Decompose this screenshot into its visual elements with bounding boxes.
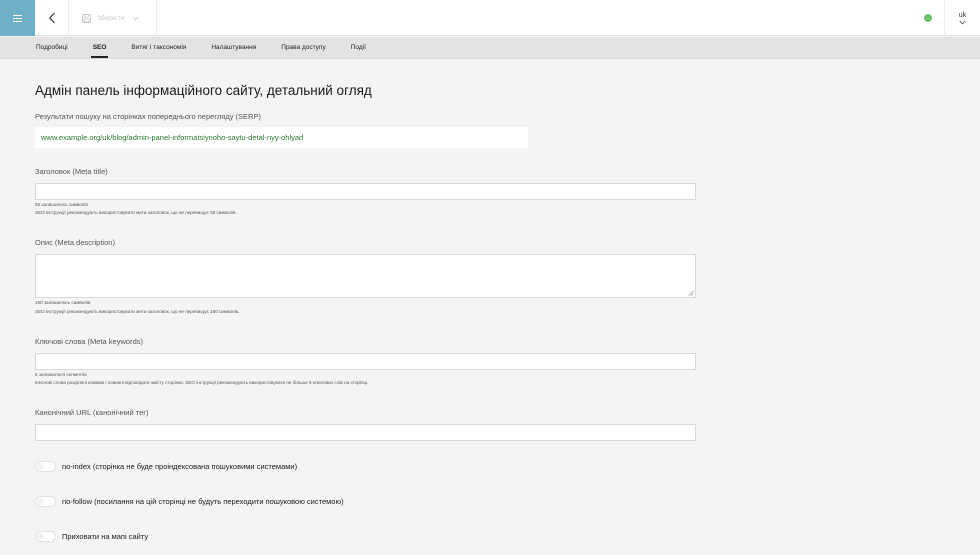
tab-bar: Подробиці SEO Витяг і таксономія Налашту…	[0, 37, 980, 59]
floppy-disk-icon	[82, 13, 91, 23]
language-code: uk	[958, 11, 967, 19]
language-selector[interactable]: uk	[944, 0, 980, 36]
tab-events[interactable]: Події	[351, 37, 366, 58]
page-title: Адмін панель інформаційного сайту, детал…	[35, 83, 372, 98]
canonical-url-input[interactable]	[35, 424, 696, 441]
noindex-toggle[interactable]	[35, 461, 56, 472]
tab-seo[interactable]: SEO	[90, 37, 109, 58]
tab-excerpt-taxonomy[interactable]: Витяг і таксономія	[131, 37, 186, 58]
meta-title-remaining: 55 залишилось символів	[35, 202, 88, 207]
tab-access-rights[interactable]: Права доступу	[281, 37, 325, 58]
serp-preview-url: www.example.org/uk/blog/admin-panel-info…	[35, 127, 528, 148]
meta-keywords-remaining: 5 залишилося сегментів	[35, 372, 87, 377]
meta-description-textarea[interactable]	[35, 254, 696, 298]
tab-details[interactable]: Подробиці	[36, 37, 68, 58]
back-button[interactable]	[35, 0, 69, 36]
meta-title-input[interactable]	[35, 183, 696, 200]
meta-keywords-label: Ключові слова (Meta keywords)	[35, 337, 143, 346]
meta-description-label: Опис (Meta description)	[35, 238, 115, 247]
nofollow-label: no-follow (посилання на цій сторінці не …	[62, 497, 344, 506]
noindex-toggle-row[interactable]: no-index (сторінка не буде проіндексован…	[35, 461, 297, 472]
save-button[interactable]: Зберегти	[69, 0, 157, 36]
meta-title-label: Заголовок (Meta title)	[35, 167, 108, 176]
noindex-label: no-index (сторінка не буде проіндексован…	[62, 462, 298, 471]
menu-button[interactable]	[0, 0, 35, 36]
meta-description-hint: SEO інструкції рекомендують використовув…	[35, 309, 240, 314]
meta-keywords-hint: Ключові слова розділені комами і повинні…	[35, 380, 369, 385]
top-bar: Зберегти uk	[0, 0, 980, 36]
nofollow-toggle-row[interactable]: no-follow (посилання на цій сторінці не …	[35, 496, 344, 507]
hamburger-icon	[13, 14, 22, 22]
hide-sitemap-toggle-row[interactable]: Приховати на мапі сайту	[35, 531, 148, 542]
canonical-url-label: Канонічний URL (канонічний тег)	[35, 408, 149, 417]
meta-keywords-input[interactable]	[35, 353, 696, 370]
serp-label: Результати пошуку на сторінках попереднь…	[35, 112, 261, 121]
hide-sitemap-label: Приховати на мапі сайту	[62, 532, 149, 541]
hide-sitemap-toggle[interactable]	[35, 531, 56, 542]
chevron-down-icon	[959, 20, 966, 24]
resize-handle-icon[interactable]	[688, 290, 694, 296]
save-button-label: Зберегти	[97, 14, 125, 22]
chevron-left-icon	[48, 12, 55, 24]
status-indicator	[924, 14, 932, 22]
meta-title-hint: SEO інструкції рекомендують використовув…	[35, 210, 237, 215]
nofollow-toggle[interactable]	[35, 496, 56, 507]
tab-settings[interactable]: Налаштування	[211, 37, 256, 58]
meta-description-remaining: 160 залишилось символів	[35, 300, 91, 305]
chevron-down-icon	[132, 16, 139, 20]
